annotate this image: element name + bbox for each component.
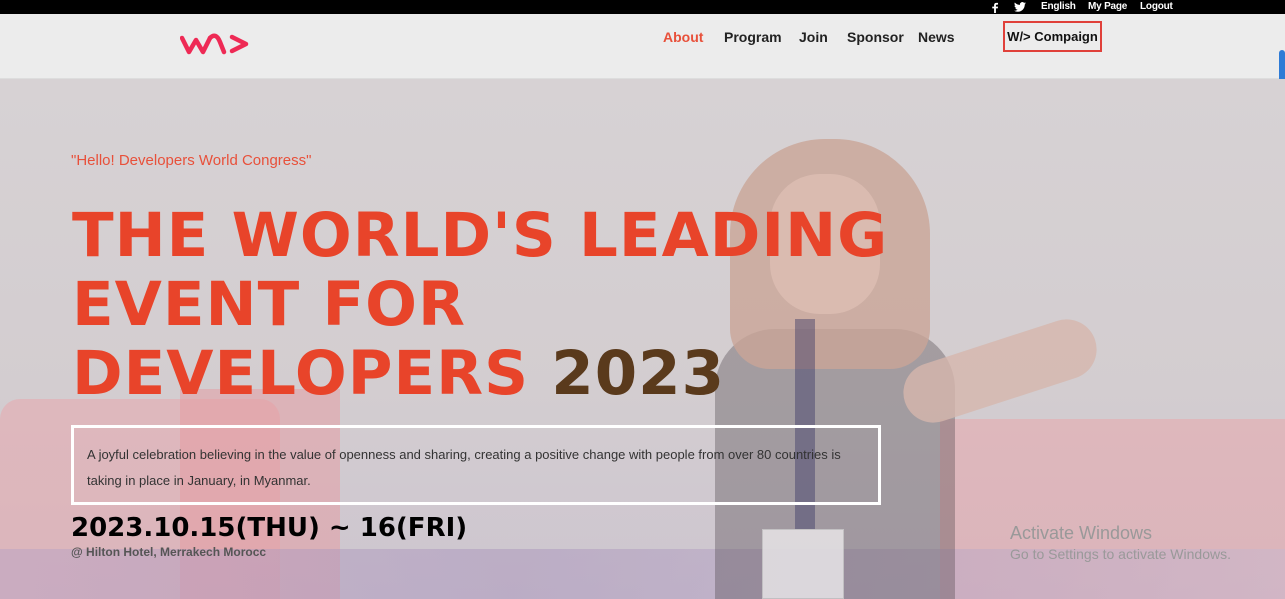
headline-line-3: DEVELOPERS 2023 — [72, 339, 888, 408]
campaign-button[interactable]: W/> Compaign — [1003, 21, 1102, 52]
language-link[interactable]: English — [1041, 0, 1076, 14]
watermark-title: Activate Windows — [1010, 523, 1153, 543]
nav-about[interactable]: About — [663, 29, 703, 45]
top-bar: English My Page Logout — [0, 0, 1285, 14]
event-date: 2023.10.15(THU) ~ 16(FRI) — [71, 513, 468, 543]
my-page-link[interactable]: My Page — [1088, 0, 1127, 14]
headline-year: 2023 — [551, 338, 726, 409]
logout-link[interactable]: Logout — [1140, 0, 1173, 14]
hero-section: "Hello! Developers World Congress" THE W… — [0, 79, 1285, 599]
nav-sponsor[interactable]: Sponsor — [847, 29, 904, 45]
headline-line-2: EVENT FOR — [72, 269, 466, 340]
hero-description: A joyful celebration believing in the va… — [87, 447, 841, 488]
facebook-icon[interactable] — [991, 0, 999, 14]
nav-join[interactable]: Join — [799, 29, 828, 45]
nav-program[interactable]: Program — [724, 29, 782, 45]
headline-developers: DEVELOPERS — [72, 338, 530, 409]
speaker-badge — [762, 529, 844, 599]
activate-windows-watermark: Activate Windows Go to Settings to activ… — [1010, 523, 1231, 562]
watermark-subtitle: Go to Settings to activate Windows. — [1010, 546, 1231, 562]
logo-icon[interactable] — [180, 32, 250, 56]
headline-line-1: THE WORLD'S LEADING — [72, 200, 889, 271]
hero-headline: THE WORLD'S LEADING EVENT FOR DEVELOPERS… — [72, 201, 888, 408]
main-navbar: About Program Join Sponsor News W/> Comp… — [0, 14, 1285, 79]
nav-news[interactable]: News — [918, 29, 955, 45]
event-venue: @ Hilton Hotel, Merrakech Morocc — [71, 545, 267, 559]
twitter-icon[interactable] — [1014, 0, 1026, 14]
hero-tagline: "Hello! Developers World Congress" — [71, 152, 312, 169]
description-box: A joyful celebration believing in the va… — [71, 425, 881, 505]
